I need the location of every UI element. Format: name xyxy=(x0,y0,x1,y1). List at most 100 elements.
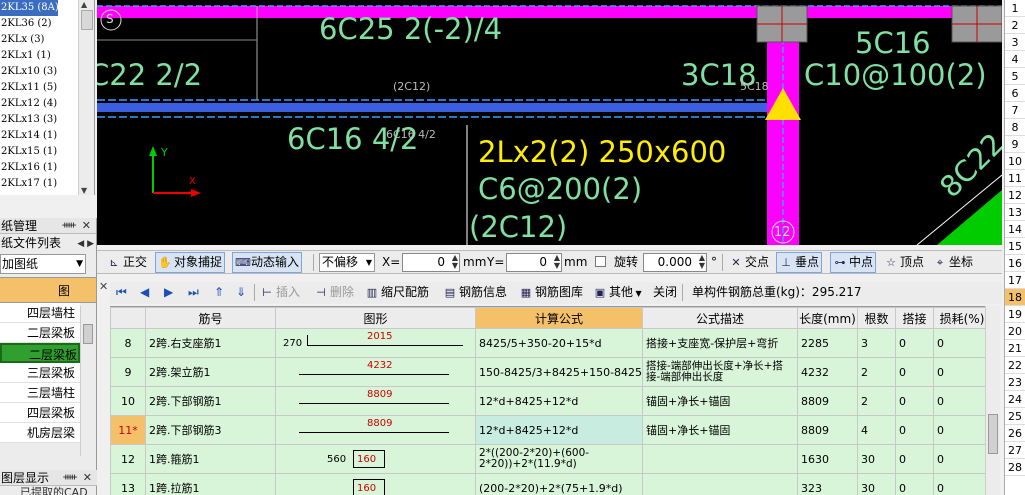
other-menu-button[interactable]: ▣ 其他 ▼ xyxy=(593,282,642,303)
drawing-list-item[interactable]: 机房层梁 xyxy=(0,423,80,443)
count-cell[interactable]: 3 xyxy=(857,328,896,358)
y-input[interactable]: 0 ▲ ▼ xyxy=(506,253,562,272)
column-header[interactable]: 损耗(%) xyxy=(933,307,990,329)
formula-cell[interactable]: (200-2*20)+2*(75+1.9*d) xyxy=(475,473,643,495)
length-cell[interactable]: 2285 xyxy=(797,328,858,358)
object-snap-button[interactable]: ✋ 对象捕捉 xyxy=(155,252,226,273)
move-up-icon[interactable]: ⇑ xyxy=(214,282,224,303)
ortho-button[interactable]: ⊾ 正交 xyxy=(107,252,147,273)
row-index-cell[interactable]: 11* xyxy=(110,415,146,445)
rebar-info-button[interactable]: ▤ 钢筋信息 xyxy=(443,282,507,303)
formula-description-cell[interactable] xyxy=(642,444,798,474)
column-header[interactable]: 根数 xyxy=(857,307,896,329)
table-row[interactable]: 10 2跨.下部钢筋1 8809 12*d+8425+12*d 锚固+净长+锚固 8809… xyxy=(110,386,990,416)
intersection-snap-button[interactable]: ✕ 交点 xyxy=(729,252,769,273)
row-number[interactable]: 18 xyxy=(1005,289,1025,306)
component-list[interactable]: 2KL35 (8A) 2KL36 (2) 2KLx (3) 2KLx1 (1) 2KLx… xyxy=(0,0,95,195)
loss-cell[interactable]: 0 xyxy=(933,357,990,387)
row-number[interactable]: 5 xyxy=(1005,68,1025,85)
length-cell[interactable]: 8809 xyxy=(797,415,858,445)
formula-cell[interactable]: 12*d+8425+12*d xyxy=(475,415,643,445)
component-list-scrollbar[interactable]: ▲ ▼ xyxy=(78,0,94,195)
row-number[interactable]: 6 xyxy=(1005,85,1025,102)
pin-icon[interactable]: ᚔ xyxy=(62,218,76,234)
row-number[interactable]: 25 xyxy=(1005,408,1025,425)
table-scrollbar[interactable] xyxy=(985,306,1000,495)
row-number[interactable]: 27 xyxy=(1005,442,1025,459)
last-record-icon[interactable]: ⏭ xyxy=(188,282,199,303)
length-cell[interactable]: 323 xyxy=(797,473,858,495)
lap-cell[interactable]: 0 xyxy=(895,444,934,474)
row-number[interactable]: 12 xyxy=(1005,187,1025,204)
spinner-icon[interactable]: ▲ ▼ xyxy=(452,254,458,270)
next-record-icon[interactable]: ▶ xyxy=(164,282,173,303)
rebar-name-cell[interactable]: 1跨.箍筋1 xyxy=(145,444,276,474)
scroll-thumb[interactable] xyxy=(83,324,93,344)
first-record-icon[interactable]: ⏮ xyxy=(116,282,127,303)
rebar-name-cell[interactable]: 2跨.右支座筋1 xyxy=(145,328,276,358)
row-number[interactable]: 17 xyxy=(1005,272,1025,289)
vertex-snap-button[interactable]: ☆ 顶点 xyxy=(884,252,924,273)
count-cell[interactable]: 30 xyxy=(857,473,896,495)
formula-description-cell[interactable]: 搭接-端部伸出长度+净长+搭接-端部伸出长度 xyxy=(642,357,798,387)
row-index-cell[interactable]: 12 xyxy=(110,444,146,474)
component-list-item[interactable]: 2KL35 (8A) xyxy=(0,0,59,16)
formula-description-cell[interactable]: 锚固+净长+锚固 xyxy=(642,415,798,445)
length-cell[interactable]: 8809 xyxy=(797,386,858,416)
column-header[interactable] xyxy=(110,307,146,329)
column-header[interactable]: 筋号 xyxy=(145,307,276,329)
close-icon[interactable]: ✕ xyxy=(99,280,108,293)
rebar-shape-cell[interactable]: 560 160 xyxy=(275,444,476,474)
loss-cell[interactable]: 0 xyxy=(933,444,990,474)
rotate-checkbox[interactable] xyxy=(595,256,606,267)
rebar-name-cell[interactable]: 2跨.架立筋1 xyxy=(145,357,276,387)
lap-cell[interactable]: 0 xyxy=(895,386,934,416)
column-header[interactable]: 计算公式 xyxy=(475,307,643,329)
count-cell[interactable]: 4 xyxy=(857,415,896,445)
lap-cell[interactable]: 0 xyxy=(895,415,934,445)
row-number[interactable]: 23 xyxy=(1005,374,1025,391)
spinner-icon[interactable]: ▲ ▼ xyxy=(699,254,705,270)
formula-description-cell[interactable] xyxy=(642,473,798,495)
rebar-shape-cell[interactable]: 8809 xyxy=(275,386,476,416)
formula-cell[interactable]: 8425/5+350-20+15*d xyxy=(475,328,643,358)
row-number[interactable]: 21 xyxy=(1005,340,1025,357)
insert-button[interactable]: ⊢ 插入 xyxy=(260,282,300,303)
row-number[interactable]: 7 xyxy=(1005,102,1025,119)
row-number[interactable]: 13 xyxy=(1005,204,1025,221)
loss-cell[interactable]: 0 xyxy=(933,386,990,416)
formula-description-cell[interactable]: 搭接+支座宽-保护层+弯折 xyxy=(642,328,798,358)
rebar-shape-cell[interactable]: 270 2015 xyxy=(275,328,476,358)
drawing-list-item[interactable]: 二层梁板 xyxy=(0,323,80,343)
row-number[interactable]: 22 xyxy=(1005,357,1025,374)
drawing-list-item[interactable]: 三层墙柱 xyxy=(0,383,80,403)
row-number[interactable]: 26 xyxy=(1005,425,1025,442)
table-row[interactable]: 9 2跨.架立筋1 4232 150-8425/3+8425+150-8425/5 搭接… xyxy=(110,357,990,387)
row-number[interactable]: 14 xyxy=(1005,221,1025,238)
row-index-cell[interactable]: 10 xyxy=(110,386,146,416)
close-button[interactable]: 关闭 xyxy=(653,282,677,303)
rebar-shape-cell[interactable]: 8809 xyxy=(275,415,476,445)
column-header[interactable]: 公式描述 xyxy=(642,307,798,329)
dropdown-arrow-icon[interactable]: ▼ xyxy=(76,255,83,273)
row-index-cell[interactable]: 13 xyxy=(110,473,146,495)
x-input[interactable]: 0 ▲ ▼ xyxy=(402,253,460,272)
column-header[interactable]: 长度(mm) xyxy=(797,307,858,329)
column-header[interactable]: 图形 xyxy=(275,307,476,329)
table-row[interactable]: 12 1跨.箍筋1 560 160 2*((200-2*20)+(600-2*20))+… xyxy=(110,444,990,474)
drawing-list-item[interactable]: 四层梁板 xyxy=(0,403,80,423)
lap-cell[interactable]: 0 xyxy=(895,357,934,387)
formula-cell[interactable]: 2*((200-2*20)+(600-2*20))+2*(11.9*d) xyxy=(475,444,643,474)
scroll-thumb[interactable] xyxy=(81,10,93,30)
row-number[interactable]: 10 xyxy=(1005,153,1025,170)
dynamic-input-button[interactable]: ⌨动态输入 xyxy=(232,252,303,273)
scroll-down-icon[interactable]: ▼ xyxy=(81,186,87,195)
dropdown-arrow-icon[interactable]: ▼ xyxy=(366,254,372,271)
drawing-list-item[interactable]: 四层墙柱 xyxy=(0,303,80,323)
row-number[interactable]: 11 xyxy=(1005,170,1025,187)
rebar-name-cell[interactable]: 1跨.拉筋1 xyxy=(145,473,276,495)
rebar-name-cell[interactable]: 2跨.下部钢筋3 xyxy=(145,415,276,445)
formula-cell[interactable]: 12*d+8425+12*d xyxy=(475,386,643,416)
row-number[interactable]: 19 xyxy=(1005,306,1025,323)
loss-cell[interactable]: 0 xyxy=(933,473,990,495)
